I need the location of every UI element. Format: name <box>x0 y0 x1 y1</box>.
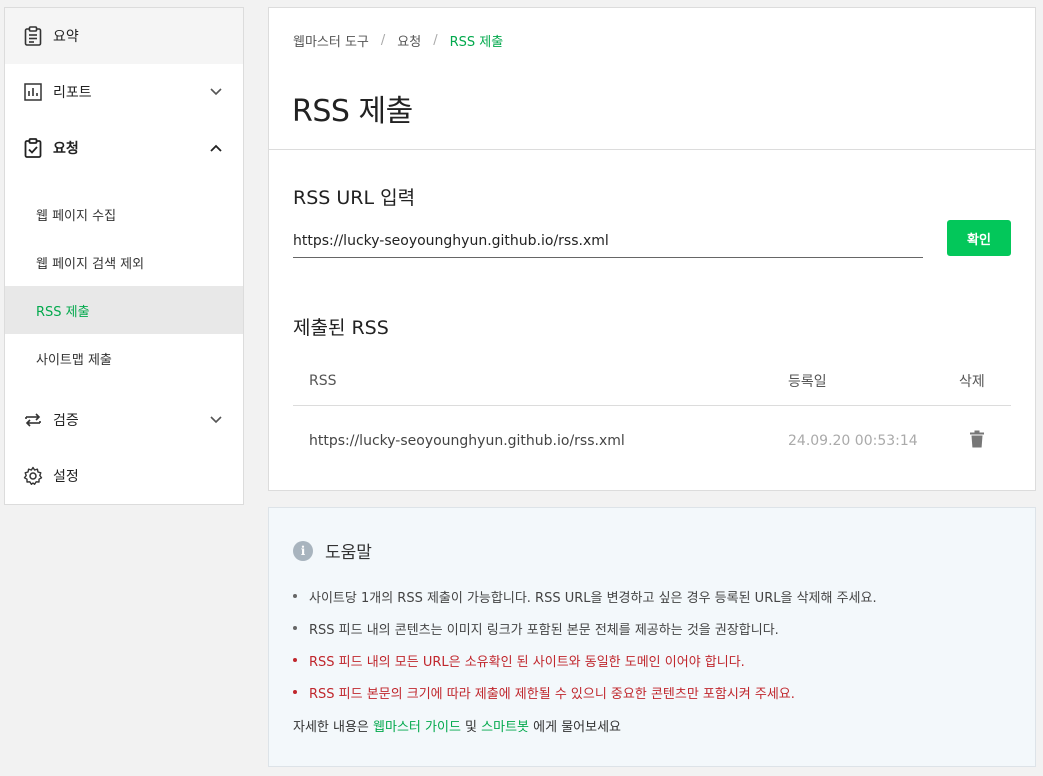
help-list: 사이트당 1개의 RSS 제출이 가능합니다. RSS URL을 변경하고 싶은… <box>293 580 877 708</box>
sub-item-rss-submit[interactable]: RSS 제출 <box>5 286 243 334</box>
sub-item-exclude-search[interactable]: 웹 페이지 검색 제외 <box>5 238 243 286</box>
clipboard-check-icon <box>23 138 43 158</box>
sidebar: 요약 리포트 요청 웹 페이지 수집 웹 페이지 검색 제외 RSS 제출 사이… <box>4 7 244 505</box>
table-row: https://lucky-seoyounghyun.github.io/rss… <box>293 416 1011 466</box>
chevron-down-icon <box>209 413 223 427</box>
bullet-icon <box>293 594 297 598</box>
help-item: RSS 피드 내의 콘텐츠는 이미지 링크가 포함된 본문 전체를 제공하는 것… <box>293 612 877 644</box>
help-item-warning: RSS 피드 내의 모든 URL은 소유확인 된 사이트와 동일한 도메인 이어… <box>293 644 877 676</box>
nav-summary[interactable]: 요약 <box>5 8 243 64</box>
nav-requests-label: 요청 <box>53 141 79 157</box>
nav-settings[interactable]: 설정 <box>5 448 243 504</box>
breadcrumb-separator: / <box>380 33 386 48</box>
help-footer-and: 및 <box>465 720 478 735</box>
breadcrumb-root[interactable]: 웹마스터 도구 <box>293 31 369 50</box>
help-item-text: RSS 피드 본문의 크기에 따라 제출에 제한될 수 있으니 중요한 콘텐츠만… <box>309 686 795 702</box>
table-header: RSS 등록일 삭제 <box>293 356 1011 406</box>
bar-chart-icon <box>23 82 43 102</box>
page-title: RSS 제출 <box>292 94 413 129</box>
nav-settings-label: 설정 <box>53 469 79 485</box>
help-item-warning: RSS 피드 본문의 크기에 따라 제출에 제한될 수 있으니 중요한 콘텐츠만… <box>293 676 877 708</box>
breadcrumb-separator: / <box>433 33 438 48</box>
help-footer-prefix: 자세한 내용은 <box>293 720 369 735</box>
divider <box>269 149 1035 150</box>
sync-arrows-icon <box>23 410 43 430</box>
breadcrumb-requests[interactable]: 요청 <box>397 31 421 50</box>
help-item: 사이트당 1개의 RSS 제출이 가능합니다. RSS URL을 변경하고 싶은… <box>293 580 877 612</box>
bullet-icon <box>293 626 297 630</box>
help-footer-suffix: 에게 물어보세요 <box>533 720 621 735</box>
sub-item-page-crawl[interactable]: 웹 페이지 수집 <box>5 190 243 238</box>
date-cell: 24.09.20 00:53:14 <box>788 433 918 449</box>
clipboard-icon <box>23 26 43 46</box>
help-panel: i 도움말 사이트당 1개의 RSS 제출이 가능합니다. RSS URL을 변… <box>268 507 1036 767</box>
gear-icon <box>23 466 43 486</box>
nav-reports[interactable]: 리포트 <box>5 64 243 120</box>
nav-summary-label: 요약 <box>53 29 79 45</box>
breadcrumb: 웹마스터 도구 / 요청 / RSS 제출 <box>293 31 503 50</box>
info-icon: i <box>293 540 313 561</box>
nav-verify-label: 검증 <box>53 413 79 429</box>
nav-requests[interactable]: 요청 <box>5 120 243 176</box>
requests-submenu: 웹 페이지 수집 웹 페이지 검색 제외 RSS 제출 사이트맵 제출 <box>5 176 243 392</box>
rss-submit-panel: 웹마스터 도구 / 요청 / RSS 제출 RSS 제출 RSS URL 입력 … <box>268 7 1036 491</box>
bullet-icon <box>293 690 297 694</box>
rss-url-input[interactable] <box>293 224 923 258</box>
sub-item-sitemap-submit[interactable]: 사이트맵 제출 <box>5 334 243 382</box>
help-item-text: RSS 피드 내의 콘텐츠는 이미지 링크가 포함된 본문 전체를 제공하는 것… <box>309 622 779 638</box>
chevron-down-icon <box>209 85 223 99</box>
help-item-text: RSS 피드 내의 모든 URL은 소유확인 된 사이트와 동일한 도메인 이어… <box>309 654 745 670</box>
help-title-text: 도움말 <box>325 543 372 563</box>
submitted-rss-title: 제출된 RSS <box>293 317 389 339</box>
chevron-up-icon <box>209 141 223 155</box>
help-footer: 자세한 내용은 웹마스터 가이드 및 스마트봇 에게 물어보세요 <box>293 716 621 735</box>
nav-verify[interactable]: 검증 <box>5 392 243 448</box>
confirm-button[interactable]: 확인 <box>947 220 1011 256</box>
nav-reports-label: 리포트 <box>53 85 92 101</box>
trash-icon[interactable] <box>969 430 985 452</box>
help-title: i 도움말 <box>293 538 372 563</box>
rss-input-section-title: RSS URL 입력 <box>293 187 416 209</box>
rss-url-cell: https://lucky-seoyounghyun.github.io/rss… <box>309 433 625 449</box>
webmaster-guide-link[interactable]: 웹마스터 가이드 <box>373 720 461 735</box>
header-rss: RSS <box>309 372 337 389</box>
header-delete: 삭제 <box>959 373 985 390</box>
smartbot-link[interactable]: 스마트봇 <box>481 720 529 735</box>
bullet-icon <box>293 658 297 662</box>
breadcrumb-current: RSS 제출 <box>449 35 504 50</box>
help-item-text: 사이트당 1개의 RSS 제출이 가능합니다. RSS URL을 변경하고 싶은… <box>309 590 877 606</box>
header-date: 등록일 <box>788 373 827 390</box>
